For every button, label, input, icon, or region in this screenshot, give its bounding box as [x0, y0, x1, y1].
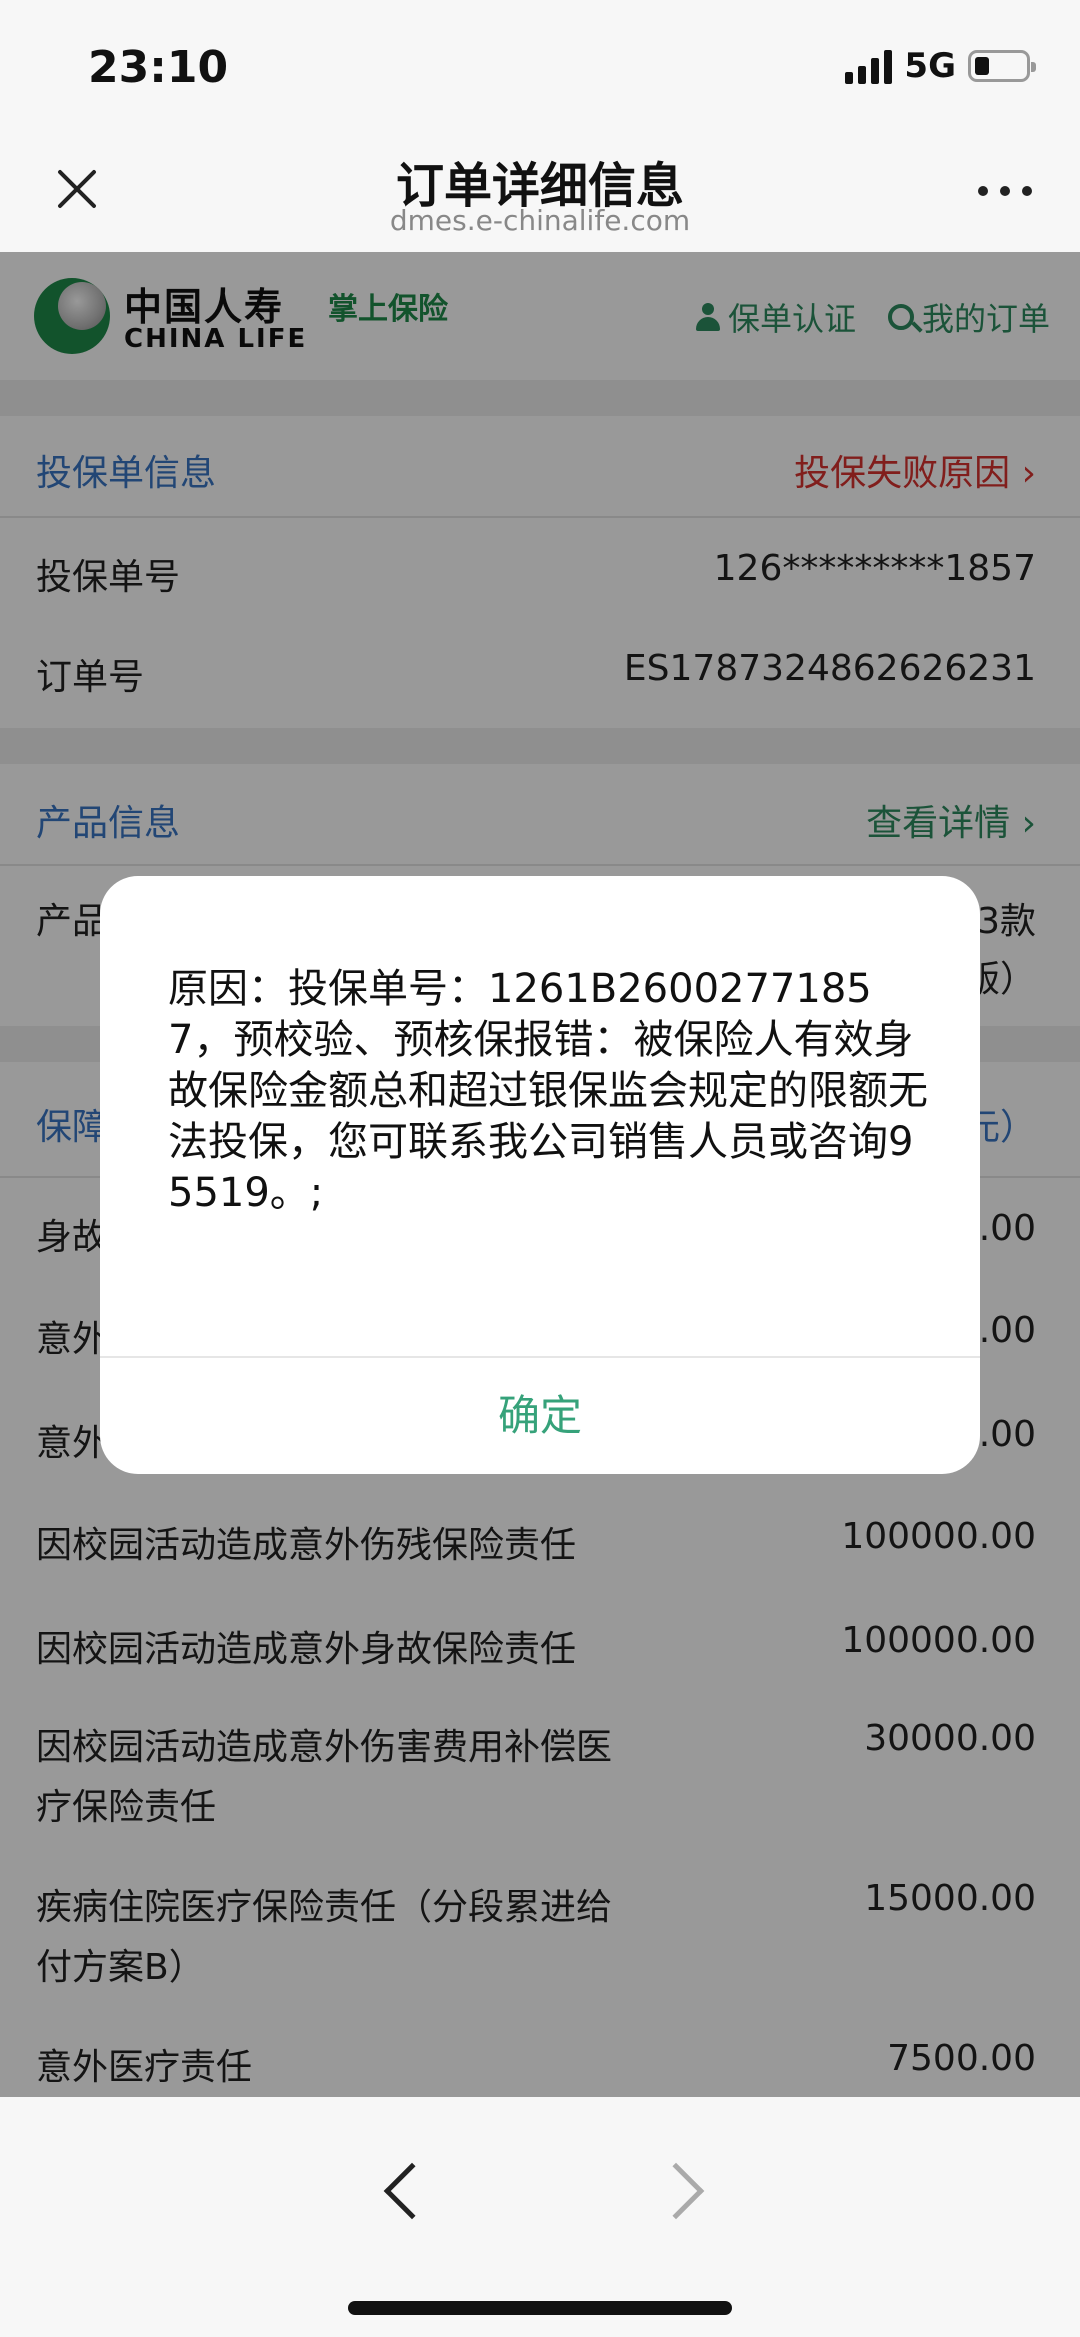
- page-url: dmes.e-chinalife.com: [389, 204, 691, 237]
- home-indicator[interactable]: [348, 2301, 732, 2315]
- forward-icon[interactable]: [647, 2162, 705, 2220]
- browser-toolbar: [0, 2097, 1080, 2337]
- status-time: 23:10: [88, 42, 229, 93]
- status-bar: 23:10 5G: [0, 0, 1080, 130]
- nav-bar: 订单详细信息 dmes.e-chinalife.com: [0, 130, 1080, 252]
- battery-icon: [968, 50, 1036, 82]
- dialog-message: 原因：投保单号：1261B26002771857，预校验、预核保报错：被保险人有…: [168, 966, 928, 1216]
- back-icon[interactable]: [383, 2162, 441, 2220]
- confirm-button[interactable]: 确定: [100, 1358, 980, 1474]
- status-indicators: 5G: [845, 46, 1036, 86]
- more-icon[interactable]: [978, 186, 1032, 196]
- signal-icon: [845, 48, 893, 84]
- error-dialog: 原因：投保单号：1261B26002771857，预校验、预核保报错：被保险人有…: [100, 876, 980, 1474]
- network-label: 5G: [904, 46, 956, 86]
